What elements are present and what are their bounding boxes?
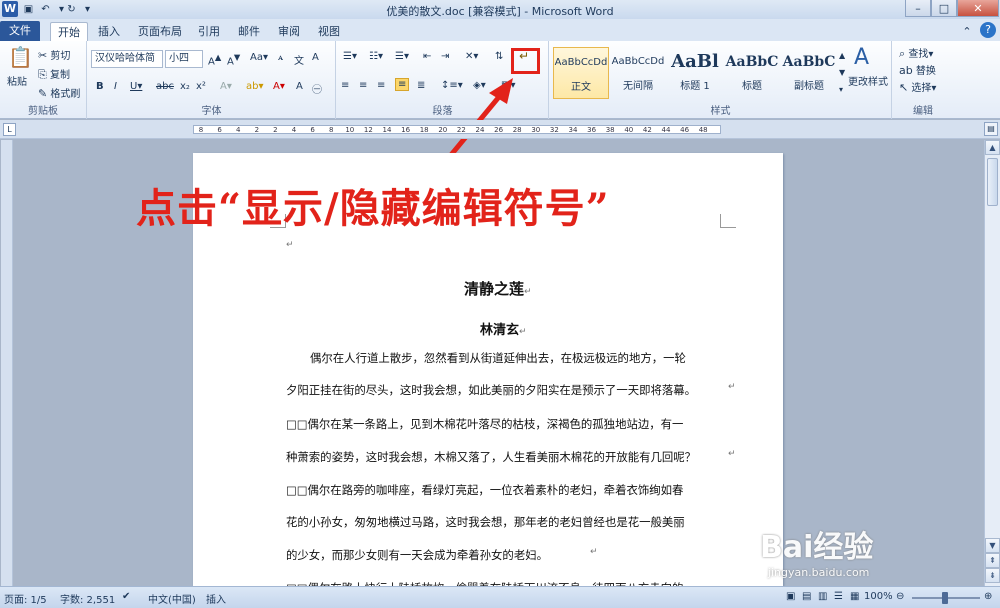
watermark-brand: Bai经验 bbox=[760, 530, 874, 565]
empty-paragraph-mark: ↵ bbox=[286, 240, 294, 250]
body-line[interactable]: 偶尔在人行道上散步，忽然看到从街道延伸出去，在极远极远的地方，一轮 bbox=[310, 350, 686, 366]
ruler-tick: 10 bbox=[345, 126, 355, 134]
ruler-tick: 30 bbox=[531, 126, 541, 134]
language-indicator[interactable]: 中文(中国) bbox=[148, 591, 196, 606]
ruler-tick: 24 bbox=[475, 126, 485, 134]
paragraph-mark: ↵ bbox=[590, 547, 598, 557]
outline-icon[interactable]: ☰ bbox=[834, 591, 843, 602]
ruler-tick: 4 bbox=[235, 126, 241, 134]
horizontal-ruler[interactable]: 8 6 4 2 2 4 6 8 10 12 14 16 18 20 22 24 26 28 30 32 34 36 38 40… bbox=[193, 125, 721, 134]
ruler-tick: 2 bbox=[254, 126, 260, 134]
scroll-down-icon[interactable]: ▼ bbox=[985, 538, 1000, 553]
word-count[interactable]: 字数: 2,551 bbox=[60, 591, 115, 606]
ruler-tick: 44 bbox=[661, 126, 671, 134]
title-paragraph-mark: ↵ bbox=[524, 287, 532, 297]
document-title-text: 清静之莲 bbox=[464, 280, 525, 298]
scroll-thumb[interactable] bbox=[987, 158, 998, 206]
body-line[interactable]: 种萧索的姿势，这时我会想，木棉又落了，人生看美丽木棉花的开放能有几回呢？ bbox=[286, 449, 696, 465]
ruler-tick: 40 bbox=[624, 126, 634, 134]
ruler-tick: 2 bbox=[273, 126, 278, 134]
body-line[interactable]: 花的小孙女，匆匆地横过马路，这时我会想，那年老的老妇曾经也是花一般美丽 bbox=[286, 514, 685, 530]
zoom-level[interactable]: 100% bbox=[864, 591, 893, 602]
ruler-tick: 16 bbox=[401, 126, 411, 134]
full-screen-icon[interactable]: ▤ bbox=[802, 591, 811, 602]
paragraph-mark: ↵ bbox=[728, 449, 736, 459]
ruler-tick: 42 bbox=[642, 126, 652, 134]
document-author[interactable]: 林清玄↵ bbox=[480, 319, 527, 338]
ruler-tick: 34 bbox=[568, 126, 578, 134]
paragraph-mark: ↵ bbox=[728, 382, 736, 392]
annotation-text: 点击“显示/隐藏编辑符号” bbox=[136, 185, 610, 232]
watermark-url: jingyan.baidu.com bbox=[767, 566, 870, 579]
ruler-tick: 18 bbox=[419, 126, 429, 134]
zoom-out-icon[interactable]: ⊖ bbox=[896, 591, 904, 602]
body-line[interactable]: 夕阳正挂在街的尽头，这时我会想，如此美丽的夕阳实在是预示了一天即将落幕。 bbox=[286, 382, 696, 398]
next-page-icon[interactable]: ⇟ bbox=[985, 568, 1000, 583]
vertical-scrollbar[interactable]: ▲ ▼ ⇞ ⇟ bbox=[984, 140, 1000, 586]
body-line[interactable]: □□偶尔在某一条路上，见到木棉花叶落尽的枯枝，深褐色的孤独地站边，有一 bbox=[286, 416, 683, 432]
ruler-tick: 6 bbox=[217, 126, 222, 134]
author-paragraph-mark: ↵ bbox=[519, 327, 527, 337]
draft-icon[interactable]: ▦ bbox=[850, 591, 859, 602]
ruler-tick: 48 bbox=[698, 126, 708, 134]
prev-page-icon[interactable]: ⇞ bbox=[985, 553, 1000, 568]
status-bar: 页面: 1/5 字数: 2,551 ✔ 中文(中国) 插入 ▣ ▤ ▥ ☰ ▦ … bbox=[0, 586, 1000, 608]
web-layout-icon[interactable]: ▥ bbox=[818, 591, 827, 602]
ruler-tick: 32 bbox=[549, 126, 559, 134]
margin-mark-right bbox=[720, 214, 736, 228]
zoom-in-icon[interactable]: ⊕ bbox=[984, 591, 992, 602]
ruler-tick: 8 bbox=[198, 126, 204, 134]
tab-selector-icon[interactable]: L bbox=[3, 123, 16, 136]
ruler-tick: 14 bbox=[382, 126, 392, 134]
page-count[interactable]: 页面: 1/5 bbox=[4, 591, 47, 606]
ruler-tick: 20 bbox=[438, 126, 448, 134]
insert-mode[interactable]: 插入 bbox=[206, 591, 226, 606]
ruler-tick: 4 bbox=[291, 126, 297, 134]
document-author-text: 林清玄 bbox=[480, 323, 520, 338]
scroll-up-icon[interactable]: ▲ bbox=[985, 140, 1000, 155]
ruler-tick: 38 bbox=[605, 126, 615, 134]
view-ruler-icon[interactable]: ▤ bbox=[984, 122, 998, 136]
ruler-tick: 6 bbox=[310, 126, 315, 134]
watermark: Bai经验 jingyan.baidu.com bbox=[760, 522, 873, 579]
proofing-icon[interactable]: ✔ bbox=[122, 591, 130, 602]
body-line[interactable]: □□偶尔在路旁的咖啡座，看绿灯亮起，一位衣着素朴的老妇，牵着衣饰绚如春 bbox=[286, 482, 683, 498]
zoom-slider-thumb[interactable] bbox=[942, 592, 948, 604]
document-title[interactable]: 清静之莲↵ bbox=[464, 278, 532, 299]
ruler-tick: 12 bbox=[363, 126, 373, 134]
ruler-tick: 26 bbox=[494, 126, 504, 134]
ruler-tick: 36 bbox=[587, 126, 597, 134]
ruler-tick: 28 bbox=[512, 126, 522, 134]
vertical-ruler[interactable] bbox=[1, 140, 13, 586]
body-line[interactable]: 的少女，而那少女则有一天会成为牵着孙女的老妇。 bbox=[286, 547, 548, 563]
print-layout-icon[interactable]: ▣ bbox=[786, 591, 795, 602]
ruler-tick: 22 bbox=[456, 126, 466, 134]
ruler-tick: 46 bbox=[680, 126, 690, 134]
ruler-tick: 8 bbox=[328, 126, 334, 134]
